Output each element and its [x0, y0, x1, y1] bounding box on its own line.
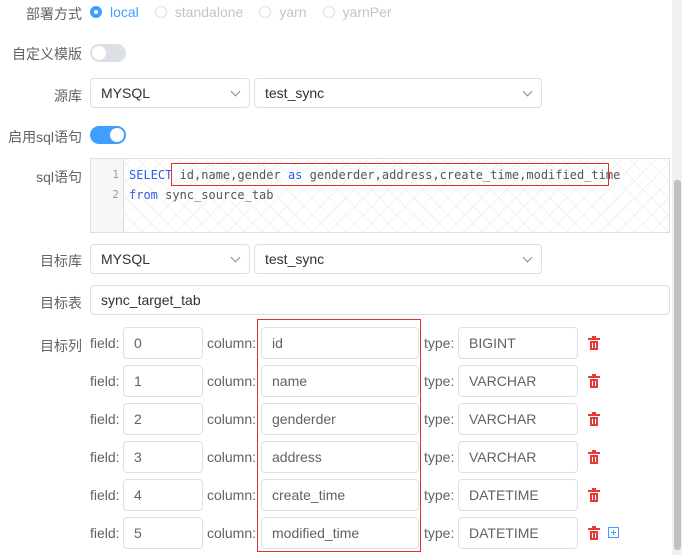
type-input[interactable]: VARCHAR: [458, 403, 578, 435]
radio-dot-icon: [154, 6, 167, 18]
type-input[interactable]: VARCHAR: [458, 441, 578, 473]
column-label: column:: [207, 449, 257, 465]
field-input[interactable]: 4: [123, 479, 203, 511]
type-input[interactable]: DATETIME: [458, 517, 578, 549]
field-label: field:: [90, 335, 120, 351]
source-db-name-select[interactable]: test_sync: [254, 78, 542, 108]
code-line-1: SELECT id,name,gender as genderder,addre…: [129, 168, 621, 182]
custom-template-label: 自定义模版: [12, 46, 82, 62]
column-row: field: 1 column: name type: VARCHAR: [0, 365, 682, 397]
sql-label: sql语句: [36, 169, 82, 185]
chevron-down-icon: [522, 252, 533, 263]
column-input[interactable]: id: [261, 327, 419, 359]
type-label: type:: [424, 335, 455, 351]
target-table-input[interactable]: sync_target_tab: [90, 285, 670, 315]
chevron-down-icon: [230, 252, 241, 263]
field-label: field:: [90, 373, 120, 389]
line-number: 2: [112, 188, 119, 201]
field-input[interactable]: 2: [123, 403, 203, 435]
target-db-name-select[interactable]: test_sync: [254, 244, 542, 274]
field-label: field:: [90, 449, 120, 465]
source-label: 源库: [54, 88, 82, 104]
trash-icon[interactable]: [588, 526, 600, 540]
type-label: type:: [424, 449, 455, 465]
field-label: field:: [90, 525, 120, 541]
column-label: column:: [207, 373, 257, 389]
column-label: column:: [207, 525, 257, 541]
column-row: field: 3 column: address type: VARCHAR: [0, 441, 682, 473]
type-input[interactable]: VARCHAR: [458, 365, 578, 397]
field-input[interactable]: 5: [123, 517, 203, 549]
radio-local[interactable]: local: [90, 4, 139, 20]
radio-yarn[interactable]: yarn: [259, 4, 307, 20]
source-db-type-select[interactable]: MYSQL: [90, 78, 250, 108]
column-row: field: 0 column: id type: BIGINT: [0, 327, 682, 359]
target-db-type-select[interactable]: MYSQL: [90, 244, 250, 274]
column-input[interactable]: genderder: [261, 403, 419, 435]
radio-dot-icon: [90, 6, 102, 18]
column-row: field: 4 column: create_time type: DATET…: [0, 479, 682, 511]
target-table-label: 目标表: [40, 295, 82, 311]
type-label: type:: [424, 411, 455, 427]
add-row-icon[interactable]: [608, 527, 619, 538]
trash-icon[interactable]: [588, 374, 600, 388]
editor-gutter: 1 2: [91, 159, 124, 232]
sql-editor[interactable]: 1 2 SELECT id,name,gender as genderder,a…: [90, 158, 670, 233]
column-input[interactable]: create_time: [261, 479, 419, 511]
target-label: 目标库: [40, 253, 82, 269]
trash-icon[interactable]: [588, 488, 600, 502]
code-line-2: from sync_source_tab: [129, 188, 274, 202]
chevron-down-icon: [230, 86, 241, 97]
enable-sql-switch[interactable]: [90, 126, 126, 144]
type-label: type:: [424, 525, 455, 541]
field-input[interactable]: 0: [123, 327, 203, 359]
trash-icon[interactable]: [588, 412, 600, 426]
field-input[interactable]: 1: [123, 365, 203, 397]
column-input[interactable]: address: [261, 441, 419, 473]
radio-yarnper[interactable]: yarnPer: [322, 4, 392, 20]
radio-dot-icon: [259, 6, 272, 18]
enable-sql-label: 启用sql语句: [8, 129, 82, 145]
trash-icon[interactable]: [588, 450, 600, 464]
column-input[interactable]: modified_time: [261, 517, 419, 549]
field-input[interactable]: 3: [123, 441, 203, 473]
type-label: type:: [424, 487, 455, 503]
column-label: column:: [207, 411, 257, 427]
scrollbar-thumb[interactable]: [674, 180, 681, 550]
type-input[interactable]: DATETIME: [458, 479, 578, 511]
column-input[interactable]: name: [261, 365, 419, 397]
trash-icon[interactable]: [588, 336, 600, 350]
field-label: field:: [90, 411, 120, 427]
line-number: 1: [112, 168, 119, 181]
type-label: type:: [424, 373, 455, 389]
column-label: column:: [207, 335, 257, 351]
column-row: field: 5 column: modified_time type: DAT…: [0, 517, 682, 549]
field-label: field:: [90, 487, 120, 503]
radio-dot-icon: [322, 6, 335, 18]
column-row: field: 2 column: genderder type: VARCHAR: [0, 403, 682, 435]
type-input[interactable]: BIGINT: [458, 327, 578, 359]
deploy-label: 部署方式: [26, 6, 82, 22]
chevron-down-icon: [522, 86, 533, 97]
deploy-radio-group: local standalone yarn yarnPer: [90, 3, 408, 21]
custom-template-switch[interactable]: [90, 44, 126, 62]
radio-standalone[interactable]: standalone: [154, 4, 243, 20]
column-label: column:: [207, 487, 257, 503]
